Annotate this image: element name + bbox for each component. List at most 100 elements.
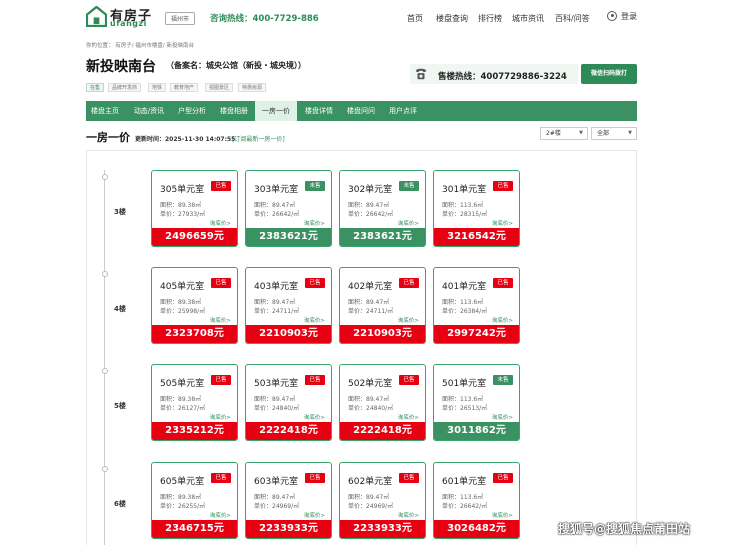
tab-floorplan[interactable]: 户型分析 bbox=[172, 101, 212, 121]
building-select[interactable]: 2#楼 ▼ bbox=[540, 127, 588, 140]
unit-price: 单价：24969/㎡ bbox=[348, 503, 394, 510]
ask-price-link[interactable]: 询底价> bbox=[304, 316, 325, 324]
unit-area: 面积：89.47㎡ bbox=[254, 299, 296, 306]
unit-room: 605单元室 bbox=[160, 477, 205, 487]
ask-price-link[interactable]: 询底价> bbox=[398, 316, 419, 324]
watermark: 搜狐号@搜狐焦点莆田站 bbox=[558, 522, 691, 536]
total-price: 2383621元 bbox=[246, 228, 331, 246]
unit-card[interactable]: 305单元室 已售 面积：89.38㎡ 单价：27933/㎡ 询底价> 2496659元 bbox=[151, 170, 238, 247]
nav-city-news[interactable]: 城市资讯 bbox=[512, 13, 544, 24]
sales-hotline: 售楼热线：4007729886-3224 bbox=[438, 72, 567, 82]
unit-price: 单价：26642/㎡ bbox=[254, 211, 300, 218]
tag-special-offer: 特惠房源 bbox=[238, 83, 267, 92]
login-button[interactable]: 登录 bbox=[607, 11, 637, 22]
unit-card[interactable]: 403单元室 已售 面积：89.47㎡ 单价：24711/㎡ 询底价> 2210903元 bbox=[245, 267, 332, 344]
unit-card[interactable]: 501单元室 未售 面积：113.6㎡ 单价：26513/㎡ 询底价> 3011862元 bbox=[433, 364, 520, 441]
ask-price-link[interactable]: 询底价> bbox=[398, 511, 419, 519]
status-badge: 已售 bbox=[211, 278, 231, 288]
section-title: 一房一价 bbox=[86, 131, 130, 144]
total-price: 3011862元 bbox=[434, 422, 519, 440]
ask-price-link[interactable]: 询底价> bbox=[492, 413, 513, 421]
unit-card[interactable]: 303单元室 未售 面积：89.47㎡ 单价：26642/㎡ 询底价> 2383621元 bbox=[245, 170, 332, 247]
nav-home[interactable]: 首页 bbox=[407, 13, 423, 24]
project-tab-bar: 楼盘主页 动态/资讯 户型分析 楼盘相册 一房一价 楼盘详情 楼盘问问 用户点评 bbox=[86, 101, 637, 121]
ask-price-link[interactable]: 询底价> bbox=[398, 413, 419, 421]
ask-price-link[interactable]: 询底价> bbox=[210, 219, 231, 227]
unit-room: 402单元室 bbox=[348, 282, 393, 292]
floor-label: 3楼 bbox=[114, 208, 126, 216]
ask-price-link[interactable]: 询底价> bbox=[210, 316, 231, 324]
ask-price-link[interactable]: 询底价> bbox=[210, 413, 231, 421]
unit-card[interactable]: 502单元室 已售 面积：89.47㎡ 单价：24840/㎡ 询底价> 2222418元 bbox=[339, 364, 426, 441]
unit-area: 面积：89.47㎡ bbox=[254, 396, 296, 403]
wechat-call-button[interactable]: 微信扫码拨打 bbox=[581, 64, 637, 84]
unit-card[interactable]: 402单元室 已售 面积：89.47㎡ 单价：24711/㎡ 询底价> 2210903元 bbox=[339, 267, 426, 344]
unit-price: 单价：26513/㎡ bbox=[442, 405, 488, 412]
unit-area: 面积：89.38㎡ bbox=[160, 396, 202, 403]
nav-ranking[interactable]: 排行榜 bbox=[478, 13, 502, 24]
unit-price: 单价：24711/㎡ bbox=[348, 308, 394, 315]
tab-details[interactable]: 楼盘详情 bbox=[298, 101, 340, 121]
status-filter-value: 全部 bbox=[597, 130, 610, 137]
unit-area: 面积：89.38㎡ bbox=[160, 494, 202, 501]
unit-room: 401单元室 bbox=[442, 282, 487, 292]
unit-room: 303单元室 bbox=[254, 185, 299, 195]
unit-room: 602单元室 bbox=[348, 477, 393, 487]
total-price: 2346715元 bbox=[152, 520, 237, 538]
unit-card[interactable]: 503单元室 已售 面积：89.47㎡ 单价：24840/㎡ 询底价> 2222418元 bbox=[245, 364, 332, 441]
unit-room: 301单元室 bbox=[442, 185, 487, 195]
ask-price-link[interactable]: 询底价> bbox=[210, 511, 231, 519]
nav-property-search[interactable]: 楼盘查询 bbox=[436, 13, 468, 24]
unit-area: 面积：113.6㎡ bbox=[442, 299, 484, 306]
nav-wiki-qa[interactable]: 百科/问答 bbox=[555, 13, 590, 24]
tab-price-list[interactable]: 一房一价 bbox=[255, 101, 297, 121]
unit-room: 505单元室 bbox=[160, 379, 205, 389]
unit-card[interactable]: 401单元室 已售 面积：113.6㎡ 单价：26384/㎡ 询底价> 2997242元 bbox=[433, 267, 520, 344]
tab-news[interactable]: 动态/资讯 bbox=[126, 101, 172, 121]
tab-project-home[interactable]: 楼盘主页 bbox=[86, 101, 124, 121]
unit-card[interactable]: 602单元室 已售 面积：89.47㎡ 单价：24969/㎡ 询底价> 2233933元 bbox=[339, 462, 426, 539]
unit-area: 面积：113.6㎡ bbox=[442, 494, 484, 501]
unit-card[interactable]: 601单元室 已售 面积：113.6㎡ 单价：26642/㎡ 询底价> 3026482元 bbox=[433, 462, 520, 539]
total-price: 2233933元 bbox=[340, 520, 425, 538]
status-filter-select[interactable]: 全部 ▼ bbox=[591, 127, 637, 140]
unit-room: 501单元室 bbox=[442, 379, 487, 389]
unit-card[interactable]: 301单元室 已售 面积：113.6㎡ 单价：28315/㎡ 询底价> 3216542元 bbox=[433, 170, 520, 247]
status-badge: 已售 bbox=[399, 278, 419, 288]
ask-price-link[interactable]: 询底价> bbox=[304, 219, 325, 227]
tab-reviews[interactable]: 用户点评 bbox=[382, 101, 424, 121]
unit-price: 单价：24840/㎡ bbox=[348, 405, 394, 412]
page-title: 新投映南台 bbox=[86, 59, 156, 75]
city-selector[interactable]: 福州市 bbox=[165, 12, 196, 25]
status-badge: 已售 bbox=[211, 181, 231, 191]
subscribe-link[interactable]: [订阅最新一房一价] bbox=[232, 134, 285, 143]
unit-price: 单价：25998/㎡ bbox=[160, 308, 206, 315]
status-badge: 已售 bbox=[493, 278, 513, 288]
house-logo-icon[interactable] bbox=[86, 6, 107, 27]
timeline-dot bbox=[101, 174, 108, 180]
ask-price-link[interactable]: 询底价> bbox=[492, 511, 513, 519]
ask-price-link[interactable]: 询底价> bbox=[492, 316, 513, 324]
ask-price-link[interactable]: 询底价> bbox=[304, 511, 325, 519]
timeline-dot bbox=[101, 368, 108, 374]
page-subtitle: （备案名：城央公馆（新投・城央境）） bbox=[166, 61, 306, 70]
ask-price-link[interactable]: 询底价> bbox=[492, 219, 513, 227]
ask-price-link[interactable]: 询底价> bbox=[398, 219, 419, 227]
unit-room: 601单元室 bbox=[442, 477, 487, 487]
status-badge: 未售 bbox=[305, 181, 325, 191]
total-price: 2233933元 bbox=[246, 520, 331, 538]
unit-card[interactable]: 505单元室 已售 面积：89.38㎡ 单价：26127/㎡ 询底价> 2335212元 bbox=[151, 364, 238, 441]
unit-room: 403单元室 bbox=[254, 282, 299, 292]
unit-card[interactable]: 603单元室 已售 面积：89.47㎡ 单价：24969/㎡ 询底价> 2233933元 bbox=[245, 462, 332, 539]
unit-card[interactable]: 302单元室 未售 面积：89.47㎡ 单价：26642/㎡ 询底价> 2383621元 bbox=[339, 170, 426, 247]
tab-qa[interactable]: 楼盘问问 bbox=[340, 101, 382, 121]
unit-card[interactable]: 405单元室 已售 面积：89.38㎡ 单价：25998/㎡ 询底价> 2323708元 bbox=[151, 267, 238, 344]
ask-price-link[interactable]: 询底价> bbox=[304, 413, 325, 421]
total-price: 2222418元 bbox=[340, 422, 425, 440]
tab-album[interactable]: 楼盘相册 bbox=[214, 101, 254, 121]
timeline-line bbox=[104, 170, 105, 545]
top-header: 有房子 ufangzi 福州市 咨询热线：400-7729-886 首页 楼盘查… bbox=[0, 0, 740, 34]
user-icon bbox=[607, 11, 617, 21]
unit-area: 面积：89.38㎡ bbox=[160, 299, 202, 306]
unit-card[interactable]: 605单元室 已售 面积：89.38㎡ 单价：26255/㎡ 询底价> 2346715元 bbox=[151, 462, 238, 539]
